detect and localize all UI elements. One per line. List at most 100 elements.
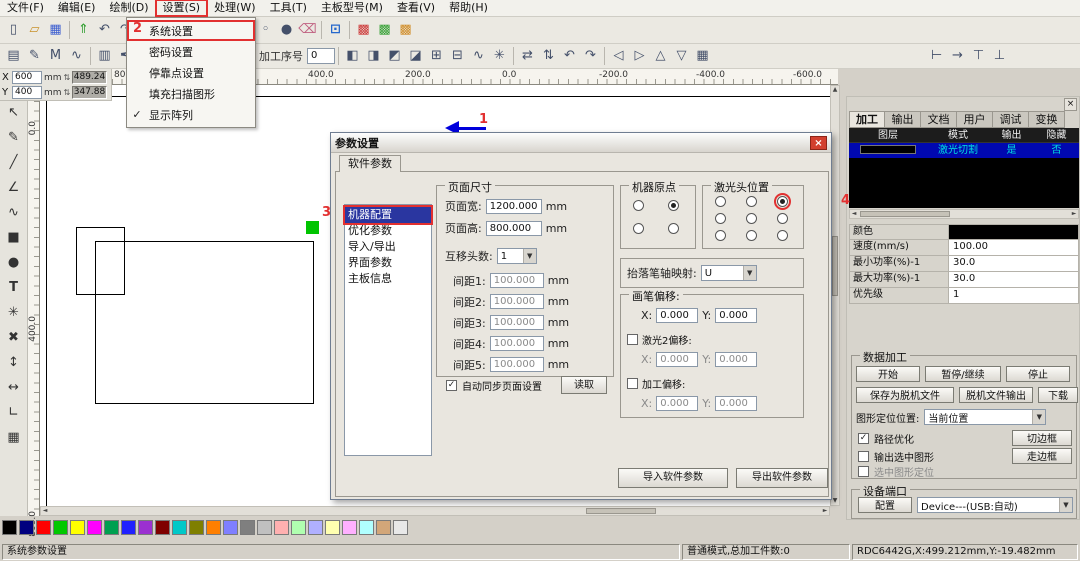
spacing-input-2[interactable]: 100.000 <box>489 294 544 309</box>
palette-swatch-15[interactable] <box>240 520 255 535</box>
set-cut-start-icon[interactable]: ⊢ <box>926 46 947 67</box>
selected-locate-checkbox[interactable] <box>858 466 869 477</box>
align-bottom-icon[interactable]: ▽ <box>671 46 692 67</box>
palette-swatch-4[interactable] <box>53 520 68 535</box>
radio-option-selected[interactable] <box>774 193 791 210</box>
auto-sync-checkbox[interactable]: ✓ <box>446 379 457 391</box>
palette-swatch-20[interactable] <box>325 520 340 535</box>
y-stepper-icon[interactable]: ⇅ <box>64 88 71 97</box>
shape-rectangle-large[interactable] <box>95 241 314 404</box>
nav-mainboard-info[interactable]: 主板信息 <box>345 271 431 287</box>
chevron-down-icon[interactable]: ▼ <box>522 249 536 263</box>
spacing-input-1[interactable]: 100.000 <box>489 273 544 288</box>
simulate-red-icon[interactable]: ▩ <box>353 20 374 41</box>
palette-swatch-1[interactable] <box>2 520 17 535</box>
new-file-icon[interactable]: ▯ <box>3 20 24 41</box>
rotate-right-icon[interactable]: ↷ <box>580 46 601 67</box>
tab-work[interactable]: 加工 <box>849 111 885 128</box>
save-icon[interactable]: ▦ <box>45 20 66 41</box>
laser2-offset-checkbox[interactable] <box>627 333 638 345</box>
cut-border-button[interactable]: 切边框 <box>1012 430 1072 446</box>
x-stepper-icon[interactable]: ⇅ <box>64 73 71 82</box>
page-width-input[interactable]: 1200.000 <box>485 198 542 214</box>
rotate-left-icon[interactable]: ↶ <box>559 46 580 67</box>
pen-offset-y-input[interactable]: 0.000 <box>715 307 758 323</box>
group-icon[interactable]: ⊞ <box>426 46 447 67</box>
palette-swatch-23[interactable] <box>376 520 391 535</box>
flip-horizontal-icon[interactable]: ⇄ <box>517 46 538 67</box>
horizontal-scroll-thumb[interactable] <box>586 508 656 514</box>
menu-view[interactable]: 查看(V) <box>390 0 442 16</box>
palette-swatch-10[interactable] <box>155 520 170 535</box>
union-icon[interactable]: ◧ <box>342 46 363 67</box>
menu-item-display-array[interactable]: ✓ 显示阵列 <box>127 104 255 125</box>
perpendicular-node-icon[interactable]: ⊥ <box>989 46 1010 67</box>
rectangle-tool-icon[interactable]: ■ <box>3 228 25 249</box>
menu-tools[interactable]: 工具(T) <box>263 0 314 16</box>
laser2-offset-x-input[interactable]: 0.000 <box>656 351 699 367</box>
layer-scroll-thumb[interactable] <box>860 211 950 217</box>
explode-icon[interactable]: ✳ <box>489 46 510 67</box>
bezier-tool-icon[interactable]: ∿ <box>3 203 25 224</box>
radio-option[interactable] <box>715 196 726 207</box>
tab-user[interactable]: 用户 <box>957 111 993 128</box>
shape-green-square[interactable] <box>306 221 319 234</box>
layer-table-scrollbar[interactable]: ◄ ► <box>849 209 1079 219</box>
node-edit-tool-icon[interactable]: ✎ <box>3 128 25 149</box>
chevron-down-icon[interactable]: ▼ <box>1032 410 1046 424</box>
large-dot-icon[interactable]: ● <box>276 20 297 41</box>
job-number-input[interactable]: 0 <box>307 48 335 64</box>
tab-debug[interactable]: 调试 <box>993 111 1029 128</box>
menu-draw[interactable]: 绘制(D) <box>102 0 155 16</box>
import-software-params-button[interactable]: 导入软件参数 <box>618 468 728 488</box>
select-tool-icon[interactable]: ↖ <box>3 103 25 124</box>
menu-item-dock-point-settings[interactable]: 停靠点设置 <box>127 62 255 83</box>
start-button[interactable]: 开始 <box>856 366 920 382</box>
pen-axis-select[interactable]: U ▼ <box>700 265 757 281</box>
walk-border-button[interactable]: 走边框 <box>1012 448 1072 464</box>
palette-swatch-3[interactable] <box>36 520 51 535</box>
layer-row[interactable]: 激光切割 是 否 <box>849 143 1079 158</box>
set-cut-direction-icon[interactable]: → <box>947 46 968 67</box>
x-size-input[interactable]: 600 <box>12 71 42 84</box>
exclude-icon[interactable]: ◪ <box>405 46 426 67</box>
radio-option[interactable] <box>633 223 644 234</box>
radio-option[interactable] <box>746 213 757 224</box>
ellipse-tool-icon[interactable]: ● <box>3 253 25 274</box>
device-select[interactable]: Device---(USB:自动) ▼ <box>917 497 1073 513</box>
laser2-offset-y-input[interactable]: 0.000 <box>715 351 758 367</box>
to-curve-icon[interactable]: ∿ <box>468 46 489 67</box>
close-icon[interactable]: × <box>810 135 827 150</box>
palette-swatch-18[interactable] <box>291 520 306 535</box>
scroll-left-icon[interactable]: ◄ <box>850 210 858 218</box>
ungroup-icon[interactable]: ⊟ <box>447 46 468 67</box>
polyline-tool-icon[interactable]: ∠ <box>3 178 25 199</box>
import-vector-icon[interactable]: ⇑ <box>73 20 94 41</box>
work-offset-y-input[interactable]: 0.000 <box>715 395 758 411</box>
export-software-params-button[interactable]: 导出软件参数 <box>736 468 828 488</box>
palette-swatch-7[interactable] <box>104 520 119 535</box>
read-button[interactable]: 读取 <box>561 376 607 394</box>
align-top-icon[interactable]: △ <box>650 46 671 67</box>
radio-option[interactable] <box>715 213 726 224</box>
chevron-down-icon[interactable]: ▼ <box>1059 498 1072 512</box>
dialog-titlebar[interactable]: 参数设置 × <box>331 133 831 153</box>
palette-swatch-5[interactable] <box>70 520 85 535</box>
tab-software-params[interactable]: 软件参数 <box>339 155 401 172</box>
head-count-select[interactable]: 1 ▼ <box>496 248 537 264</box>
spacing-input-3[interactable]: 100.000 <box>489 315 544 330</box>
flip-vertical-icon[interactable]: ⇅ <box>538 46 559 67</box>
palette-swatch-13[interactable] <box>206 520 221 535</box>
canvas-horizontal-scrollbar[interactable]: ◄ ► <box>40 506 830 516</box>
intersect-icon[interactable]: ◩ <box>384 46 405 67</box>
page-height-input[interactable]: 800.000 <box>485 220 542 236</box>
vertical-scroll-thumb[interactable] <box>832 236 838 296</box>
scroll-right-icon[interactable]: ► <box>1070 210 1078 218</box>
download-button[interactable]: 下载 <box>1038 387 1078 403</box>
tab-document[interactable]: 文档 <box>921 111 957 128</box>
menu-item-fill-scan-graphics[interactable]: 填充扫描图形 <box>127 83 255 104</box>
y-size-input[interactable]: 400 <box>12 86 42 99</box>
palette-swatch-22[interactable] <box>359 520 374 535</box>
radio-option[interactable] <box>715 230 726 241</box>
stop-button[interactable]: 停止 <box>1006 366 1070 382</box>
